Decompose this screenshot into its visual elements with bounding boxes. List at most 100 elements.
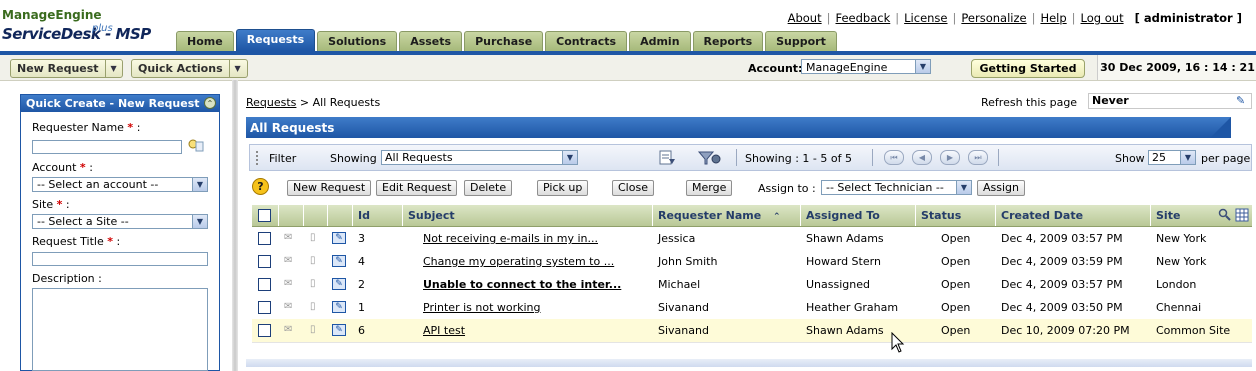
row-checkbox[interactable]	[258, 232, 271, 245]
requester-name-input[interactable]	[32, 140, 182, 154]
subject-link[interactable]: Printer is not working	[423, 301, 541, 314]
assign-button[interactable]: Assign	[977, 180, 1025, 196]
note-icon[interactable]: ▯	[310, 278, 316, 289]
cell-status: Open	[941, 324, 971, 337]
subject-link[interactable]: Unable to connect to the inter...	[423, 278, 621, 291]
tab-support[interactable]: Support	[765, 31, 837, 51]
previous-page-icon[interactable]: ◀	[912, 150, 932, 165]
cell-id: 2	[358, 278, 365, 291]
product-name: ServiceDesk - MSP	[2, 25, 151, 43]
column-header-status[interactable]: Status	[916, 205, 996, 226]
edit-icon[interactable]: ✎	[332, 255, 346, 267]
mail-icon[interactable]: ✉	[284, 232, 292, 243]
tab-assets[interactable]: Assets	[399, 31, 463, 51]
table-row[interactable]: ✉ ▯ ✎ 6 API test Sivanand Shawn Adams Open Dec 1…	[252, 319, 1252, 343]
column-header-assigned[interactable]: Assigned To	[801, 205, 916, 226]
tab-admin[interactable]: Admin	[629, 31, 691, 51]
tab-reports[interactable]: Reports	[692, 31, 764, 51]
select-all-checkbox[interactable]	[258, 209, 271, 222]
subject-link[interactable]: Not receiving e-mails in my in...	[423, 232, 598, 245]
cell-requester: Sivanand	[658, 301, 709, 314]
row-checkbox[interactable]	[258, 301, 271, 314]
subject-link[interactable]: API test	[423, 324, 465, 337]
request-title-input[interactable]	[32, 252, 208, 266]
grid-settings-icon[interactable]	[1235, 208, 1249, 222]
requester-lookup-icon[interactable]	[186, 138, 204, 153]
edit-icon[interactable]: ✎	[332, 278, 346, 290]
mail-icon[interactable]: ✉	[284, 255, 292, 266]
description-textarea[interactable]	[32, 288, 208, 371]
table-row[interactable]: ✉ ▯ ✎ 1 Printer is not working Sivanand Heathe…	[252, 296, 1252, 320]
last-page-icon[interactable]: ⏭	[968, 150, 988, 165]
edit-icon[interactable]: ✎	[332, 232, 346, 244]
tab-purchase[interactable]: Purchase	[464, 31, 544, 51]
pick-up-button[interactable]: Pick up	[537, 180, 589, 196]
feedback-link[interactable]: Feedback	[831, 11, 896, 25]
column-header-created[interactable]: Created Date	[996, 205, 1151, 226]
cell-status: Open	[941, 278, 971, 291]
close-button[interactable]: Close	[612, 180, 654, 196]
personalize-link[interactable]: Personalize	[956, 11, 1031, 25]
subject-link[interactable]: Change my operating system to ...	[423, 255, 614, 268]
tab-requests[interactable]: Requests	[235, 29, 316, 51]
note-icon[interactable]: ▯	[310, 324, 316, 335]
cell-status: Open	[941, 255, 971, 268]
breadcrumb-requests-link[interactable]: Requests	[246, 96, 296, 109]
license-link[interactable]: License	[899, 11, 952, 25]
row-checkbox[interactable]	[258, 278, 271, 291]
help-link[interactable]: Help	[1035, 11, 1071, 25]
table-row[interactable]: ✉ ▯ ✎ 3 Not receiving e-mails in my in... Jes…	[252, 227, 1252, 251]
table-footer	[246, 359, 1252, 367]
refresh-interval-field[interactable]: Never	[1088, 93, 1252, 109]
quick-create-title: Quick Create - New Request	[21, 95, 219, 112]
next-page-icon[interactable]: ▶	[940, 150, 960, 165]
cell-created: Dec 10, 2009 07:20 PM	[1001, 324, 1130, 337]
edit-icon[interactable]: ✎	[332, 301, 346, 313]
view-filter-select[interactable]: All Requests ▼	[381, 150, 578, 165]
tab-contracts[interactable]: Contracts	[545, 31, 628, 51]
column-chooser-icon[interactable]	[657, 149, 677, 166]
edit-icon[interactable]: ✎	[1236, 94, 1250, 107]
technician-select[interactable]: -- Select Technician -- ▼	[821, 180, 972, 195]
per-page-select[interactable]: 25 ▼	[1148, 150, 1196, 165]
tab-home[interactable]: Home	[176, 31, 234, 51]
table-row[interactable]: ✉ ▯ ✎ 4 Change my operating system to ... Joh…	[252, 250, 1252, 274]
note-icon[interactable]: ▯	[310, 255, 316, 266]
row-checkbox[interactable]	[258, 324, 271, 337]
collapse-icon[interactable]: ⌃	[204, 97, 216, 109]
column-header-requester[interactable]: Requester Name ⌃	[653, 205, 801, 226]
about-link[interactable]: About	[783, 11, 827, 25]
account-select[interactable]: ManageEngine ▼	[801, 59, 931, 74]
mail-icon[interactable]: ✉	[284, 278, 292, 289]
getting-started-button[interactable]: Getting Started	[971, 59, 1085, 78]
new-request-dropdown[interactable]: New Request ▼	[10, 59, 123, 78]
mail-icon[interactable]: ✉	[284, 301, 292, 312]
edit-request-button[interactable]: Edit Request	[376, 180, 458, 196]
table-row[interactable]: ✉ ▯ ✎ 2 Unable to connect to the inter... Mic…	[252, 273, 1252, 297]
row-checkbox[interactable]	[258, 255, 271, 268]
cell-assigned: Howard Stern	[806, 255, 881, 268]
edit-icon[interactable]: ✎	[332, 324, 346, 336]
account-field-select[interactable]: -- Select an account -- ▼	[32, 177, 208, 192]
first-page-icon[interactable]: ⏮	[884, 150, 904, 165]
column-header-id[interactable]: Id	[353, 205, 403, 226]
site-field-select[interactable]: -- Select a Site -- ▼	[32, 214, 208, 229]
delete-button[interactable]: Delete	[464, 180, 513, 196]
mail-icon[interactable]: ✉	[284, 324, 292, 335]
note-icon[interactable]: ▯	[310, 301, 316, 312]
cell-requester: John Smith	[658, 255, 718, 268]
tab-solutions[interactable]: Solutions	[317, 31, 398, 51]
note-icon[interactable]: ▯	[310, 232, 316, 243]
filter-settings-icon[interactable]	[697, 149, 723, 166]
column-header-subject[interactable]: Subject	[403, 205, 653, 226]
filter-label[interactable]: Filter	[269, 152, 296, 165]
logout-link[interactable]: Log out	[1076, 11, 1129, 25]
help-icon[interactable]: ?	[252, 178, 269, 195]
quick-actions-dropdown[interactable]: Quick Actions ▼	[131, 59, 248, 78]
panel-splitter[interactable]	[232, 80, 238, 371]
section-header	[246, 117, 1231, 138]
merge-button[interactable]: Merge	[686, 180, 733, 196]
search-icon[interactable]	[1218, 208, 1231, 222]
account-select-value: ManageEngine	[806, 61, 888, 74]
new-request-button[interactable]: New Request	[287, 180, 372, 196]
